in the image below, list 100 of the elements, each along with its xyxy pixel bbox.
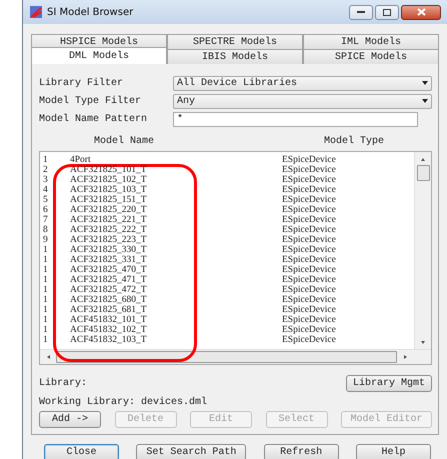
table-cell-text: ACF321825_102_T [70,175,148,185]
dialog-button[interactable]: Help [356,444,431,459]
list-row[interactable]: 9 ACF321825_223_T ESpiceDevice [43,235,414,245]
table-cell-text: ACF321825_101_T [70,165,148,175]
scroll-thumb[interactable] [416,165,430,181]
table-cell: ESpiceDevice [282,195,336,205]
close-button[interactable] [401,4,441,20]
table-cell-text: ACF321825_221_T [70,215,148,225]
table-cell: ESpiceDevice [282,235,336,245]
table-cell: ESpiceDevice [282,275,336,285]
table-cell: ESpiceDevice [282,155,336,165]
input-field[interactable]: * [173,112,418,126]
table-cell-text: ACF321825_470_T [70,265,148,275]
table-cell-text: ACF321825_223_T [70,235,148,245]
table-cell-text: ACF321825_151_T [70,195,148,205]
scroll-thumb[interactable] [56,351,397,363]
scroll-down-icon[interactable] [419,338,427,346]
dialog-button[interactable]: Refresh [264,444,339,459]
tab[interactable]: IBIS Models [167,49,303,64]
list-row[interactable]: 6 ACF321825_220_T ESpiceDevice [43,205,414,215]
tab[interactable]: IML Models [303,34,439,49]
table-cell: ESpiceDevice [282,205,336,215]
list-row[interactable]: 3 ACF321825_102_T ESpiceDevice [43,175,414,185]
list-row[interactable]: 8 ACF321825_222_T ESpiceDevice [43,225,414,235]
row-number: 1 [43,255,49,265]
row-number: 3 [43,175,49,185]
list-row[interactable]: 1 ACF321825_470_T ESpiceDevice [43,265,414,275]
tab[interactable]: SPECTRE Models [167,34,303,49]
table-cell: ESpiceDevice [282,215,336,225]
list-row[interactable]: 1 ACF321825_330_T ESpiceDevice [43,245,414,255]
list-row[interactable]: 1 4Port ESpiceDevice [43,155,414,165]
row-number: 1 [43,305,49,315]
table-cell-text: ACF321825_330_T [70,245,148,255]
list-row[interactable]: 1 ACF321825_331_T ESpiceDevice [43,255,414,265]
row-number: 2 [43,165,49,175]
working-library-text: Working Library: devices.dml [39,397,208,408]
list-row[interactable]: 1 ACF321825_681_T ESpiceDevice [43,305,414,315]
row-number: 9 [43,235,49,245]
list-row[interactable]: 4 ACF321825_103_T ESpiceDevice [43,185,414,195]
horizontal-scrollbar[interactable] [40,349,431,364]
dropdown[interactable]: Any [173,94,432,108]
table-cell-text: ACF321825_103_T [70,185,148,195]
table-cell: ESpiceDevice [282,185,336,195]
maximize-icon [383,8,391,16]
list-row[interactable]: 1 ACF451832_101_T ESpiceDevice [43,315,414,325]
table-cell: ESpiceDevice [282,295,336,305]
table-cell: ESpiceDevice [282,225,336,235]
table-cell: ESpiceDevice [282,265,336,275]
table-cell: ESpiceDevice [282,285,336,295]
list-row[interactable]: 1 ACF451832_103_T ESpiceDevice [43,335,414,345]
row-number: 7 [43,215,49,225]
table-cell: ESpiceDevice [282,315,336,325]
table-cell-text: ACF321825_220_T [70,205,148,215]
row-number: 8 [43,225,49,235]
field-label: Library Filter [39,78,124,88]
list-row[interactable]: 1 ACF321825_680_T ESpiceDevice [43,295,414,305]
row-number: 1 [43,265,49,275]
dialog-button[interactable]: Set Search Path [136,444,246,459]
row-number: 1 [43,315,49,325]
row-number: 4 [43,185,49,195]
app-icon [29,5,43,19]
list-row[interactable]: 2 ACF321825_101_T ESpiceDevice [43,165,414,175]
tab[interactable]: SPICE Models [303,49,439,64]
dialog-button[interactable]: Close [44,444,119,459]
row-number: 1 [43,285,49,295]
table-cell: ESpiceDevice [282,165,336,175]
table-cell: ESpiceDevice [282,175,336,185]
vertical-scrollbar[interactable] [414,152,431,349]
table-cell-text: ACF321825_331_T [70,255,148,265]
table-cell-text: ACF451832_101_T [70,315,148,325]
table-cell: ESpiceDevice [282,245,336,255]
table-cell-text: ACF321825_680_T [70,295,148,305]
table-cell: ESpiceDevice [282,255,336,265]
scroll-right-icon[interactable] [401,353,409,361]
list-row[interactable]: 1 ACF451832_102_T ESpiceDevice [43,325,414,335]
dropdown[interactable]: All Device Libraries [173,76,432,90]
row-number: 5 [43,195,49,205]
minimize-button[interactable] [349,4,373,20]
table-cell-text: ACF451832_102_T [70,325,148,335]
row-number: 1 [43,335,49,345]
table-cell-text: ACF321825_681_T [70,305,148,315]
list-row[interactable]: 1 ACF321825_472_T ESpiceDevice [43,285,414,295]
maximize-button[interactable] [375,4,399,20]
list-row[interactable]: 1 ACF321825_471_T ESpiceDevice [43,275,414,285]
table-cell-text: ACF451832_103_T [70,335,148,345]
tab[interactable]: DML Models [31,47,167,64]
list-row[interactable]: 5 ACF321825_151_T ESpiceDevice [43,195,414,205]
row-number: 6 [43,205,49,215]
action-button[interactable]: Add -> [39,411,101,428]
table-cell-text: 4Port [70,155,92,165]
window-title: SI Model Browser [47,6,134,18]
field-label: Model Type Filter [39,96,142,106]
list-row[interactable]: 7 ACF321825_221_T ESpiceDevice [43,215,414,225]
row-number: 1 [43,245,49,255]
library-mgmt-button[interactable]: Library Mgmt [346,375,432,392]
row-number: 1 [43,275,49,285]
row-number: 1 [43,155,49,165]
column-header: Model Type [324,136,384,149]
table-cell-text: ACF321825_222_T [70,225,148,235]
table-cell-text: ACF321825_471_T [70,275,148,285]
